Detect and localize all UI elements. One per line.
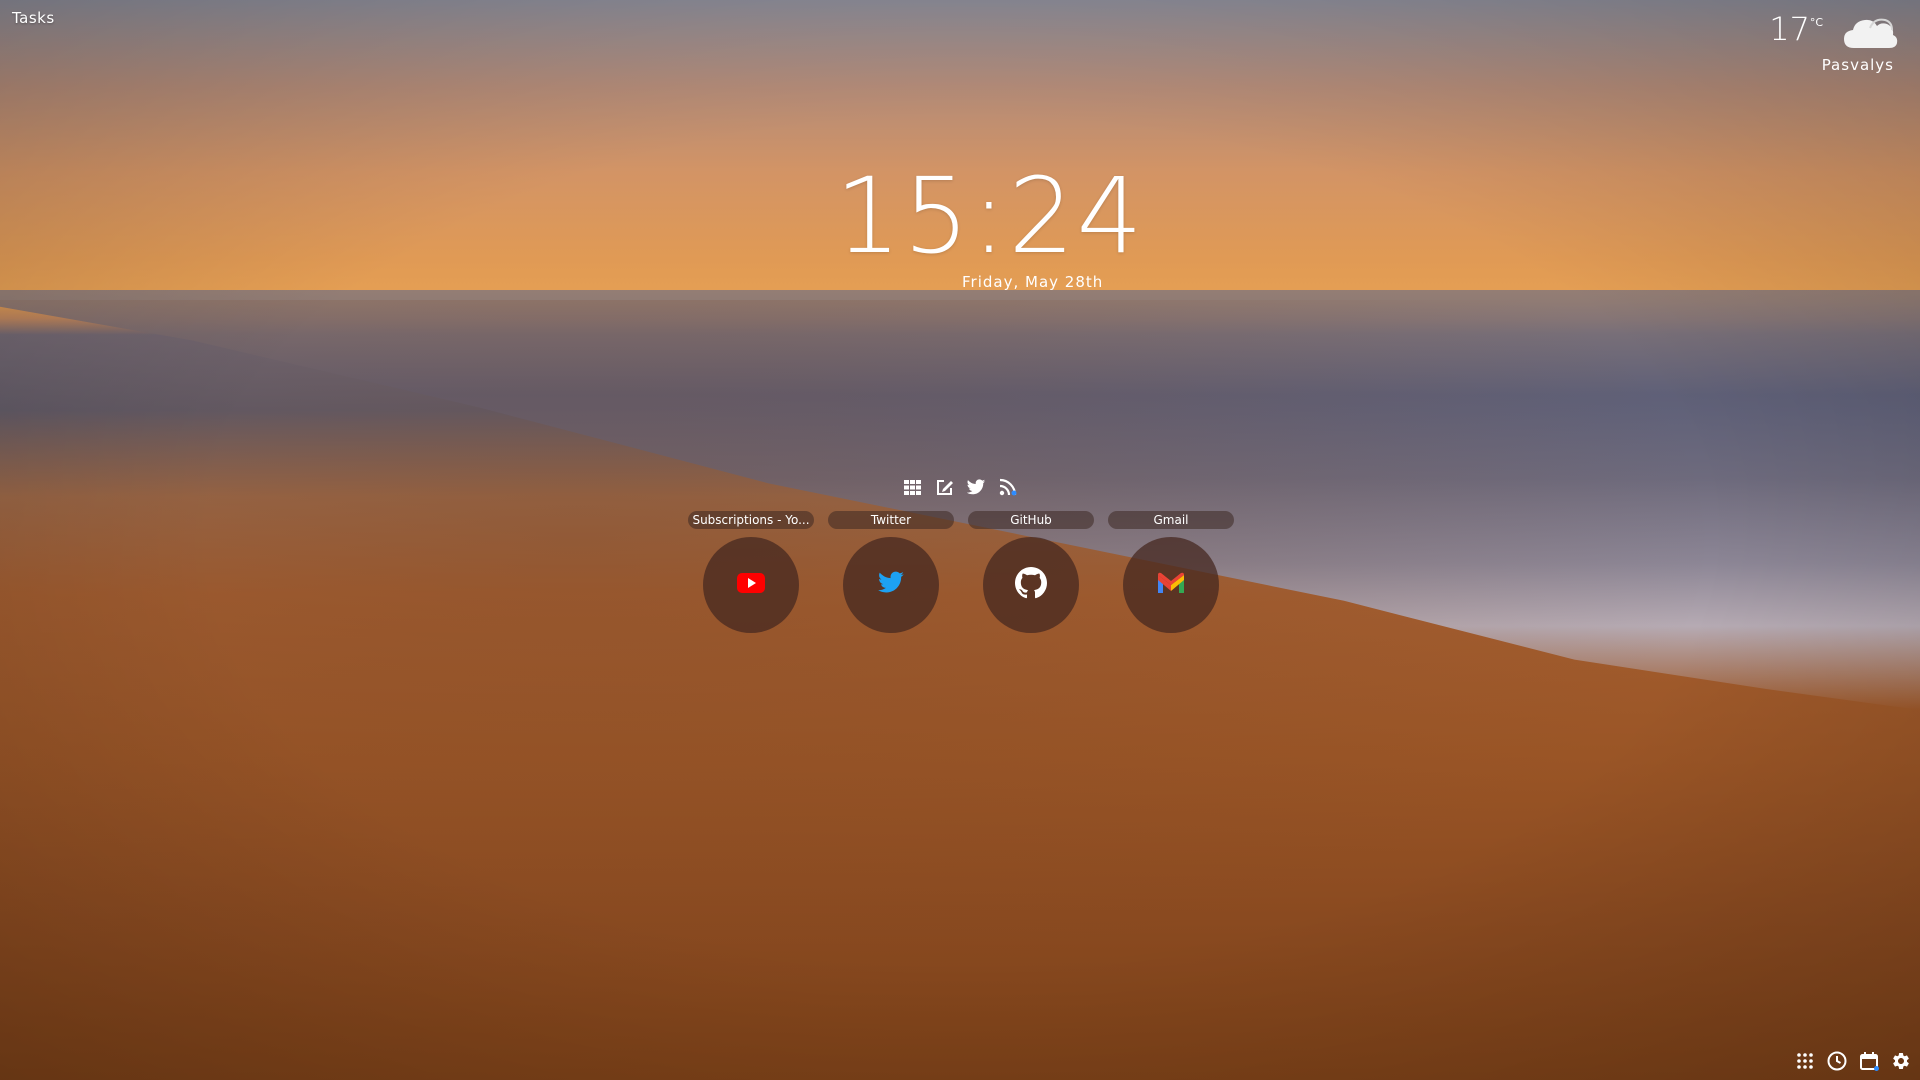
notification-dot [1874,1066,1879,1071]
shortcut-tile[interactable] [1123,537,1219,633]
shortcut-label: Twitter [828,511,954,529]
shortcut-tile[interactable] [843,537,939,633]
apps-grid-icon[interactable] [902,477,922,497]
shortcut-tile[interactable] [703,537,799,633]
shortcut-tile[interactable] [983,537,1079,633]
shortcut-label: Gmail [1108,511,1234,529]
shortcut-twitter[interactable]: Twitter [828,511,954,633]
weather-location: Pasvalys [1821,56,1894,74]
shortcut-gmail[interactable]: Gmail [1108,511,1234,633]
shortcut-github[interactable]: GitHub [968,511,1094,633]
clock-time: 15:24 [835,155,1145,277]
gmail-icon [1156,572,1186,598]
github-icon [1015,567,1047,603]
weather-widget[interactable]: 17 °C Pasvalys [1738,8,1898,78]
edit-note-icon[interactable] [934,477,954,497]
weather-unit: °C [1809,16,1823,29]
clock-icon[interactable] [1826,1050,1848,1072]
quick-toolbar [902,477,1018,497]
apps-grid-icon[interactable] [1794,1050,1816,1072]
settings-gear-icon[interactable] [1890,1050,1912,1072]
shortcuts-grid: Subscriptions - Yo... Twitter GitHub Gma… [688,511,1234,633]
rss-feed-icon[interactable] [998,477,1018,497]
shortcut-youtube[interactable]: Subscriptions - Yo... [688,511,814,633]
shortcut-label: GitHub [968,511,1094,529]
youtube-icon [737,573,765,597]
twitter-icon[interactable] [966,477,986,497]
calendar-icon[interactable] [1858,1050,1880,1072]
tasks-button[interactable]: Tasks [12,9,55,27]
corner-toolbar [1794,1050,1912,1072]
cloud-icon [1840,14,1898,52]
twitter-icon [877,571,905,599]
weather-temperature: 17 [1769,10,1810,48]
clock-date: Friday, May 28th [962,273,1104,291]
shortcut-label: Subscriptions - Yo... [688,511,814,529]
new-tab-page: Tasks 17 °C Pasvalys 15:24 Friday, May 2… [0,0,1920,1080]
